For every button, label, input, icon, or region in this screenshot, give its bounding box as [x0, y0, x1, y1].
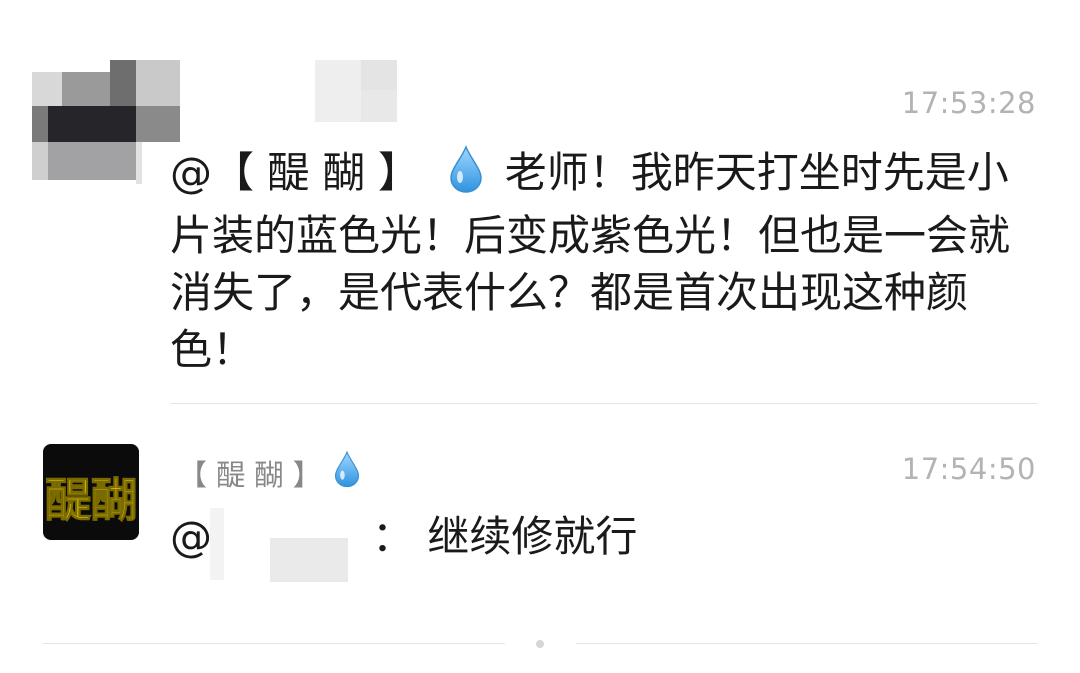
pixelated-avatar[interactable]: [32, 60, 180, 184]
mention[interactable]: @【 醍 醐 】: [170, 148, 420, 197]
message-text[interactable]: @【 醍 醐 】 老师！我昨天打坐时先是小片装的蓝色光！后变成紫色光！但也是一会…: [170, 144, 1040, 378]
water-drop-icon: [334, 450, 360, 495]
reply-body: ： 继续修就行: [372, 512, 638, 561]
brand-avatar-tihu[interactable]: 醍醐: [43, 444, 139, 540]
redacted-block: [270, 538, 348, 582]
divider: [170, 403, 1038, 404]
message-time: 17:53:28: [901, 86, 1036, 120]
reply-text[interactable]: @ ： 继续修就行: [170, 512, 637, 562]
divider-right: [576, 643, 1038, 644]
divider-left: [43, 643, 505, 644]
sender-name-text: 【 醍 醐 】: [178, 457, 322, 492]
message-time: 17:54:50: [901, 452, 1036, 486]
water-drop-icon: [449, 145, 483, 207]
avatar-label: 醍醐: [45, 473, 137, 527]
timeline-dot: [536, 640, 544, 648]
sender-name[interactable]: 【 醍 醐 】: [178, 450, 360, 495]
mention-at[interactable]: @: [170, 512, 212, 561]
redacted-block: [210, 508, 224, 580]
sender-name-redacted: [315, 60, 397, 122]
